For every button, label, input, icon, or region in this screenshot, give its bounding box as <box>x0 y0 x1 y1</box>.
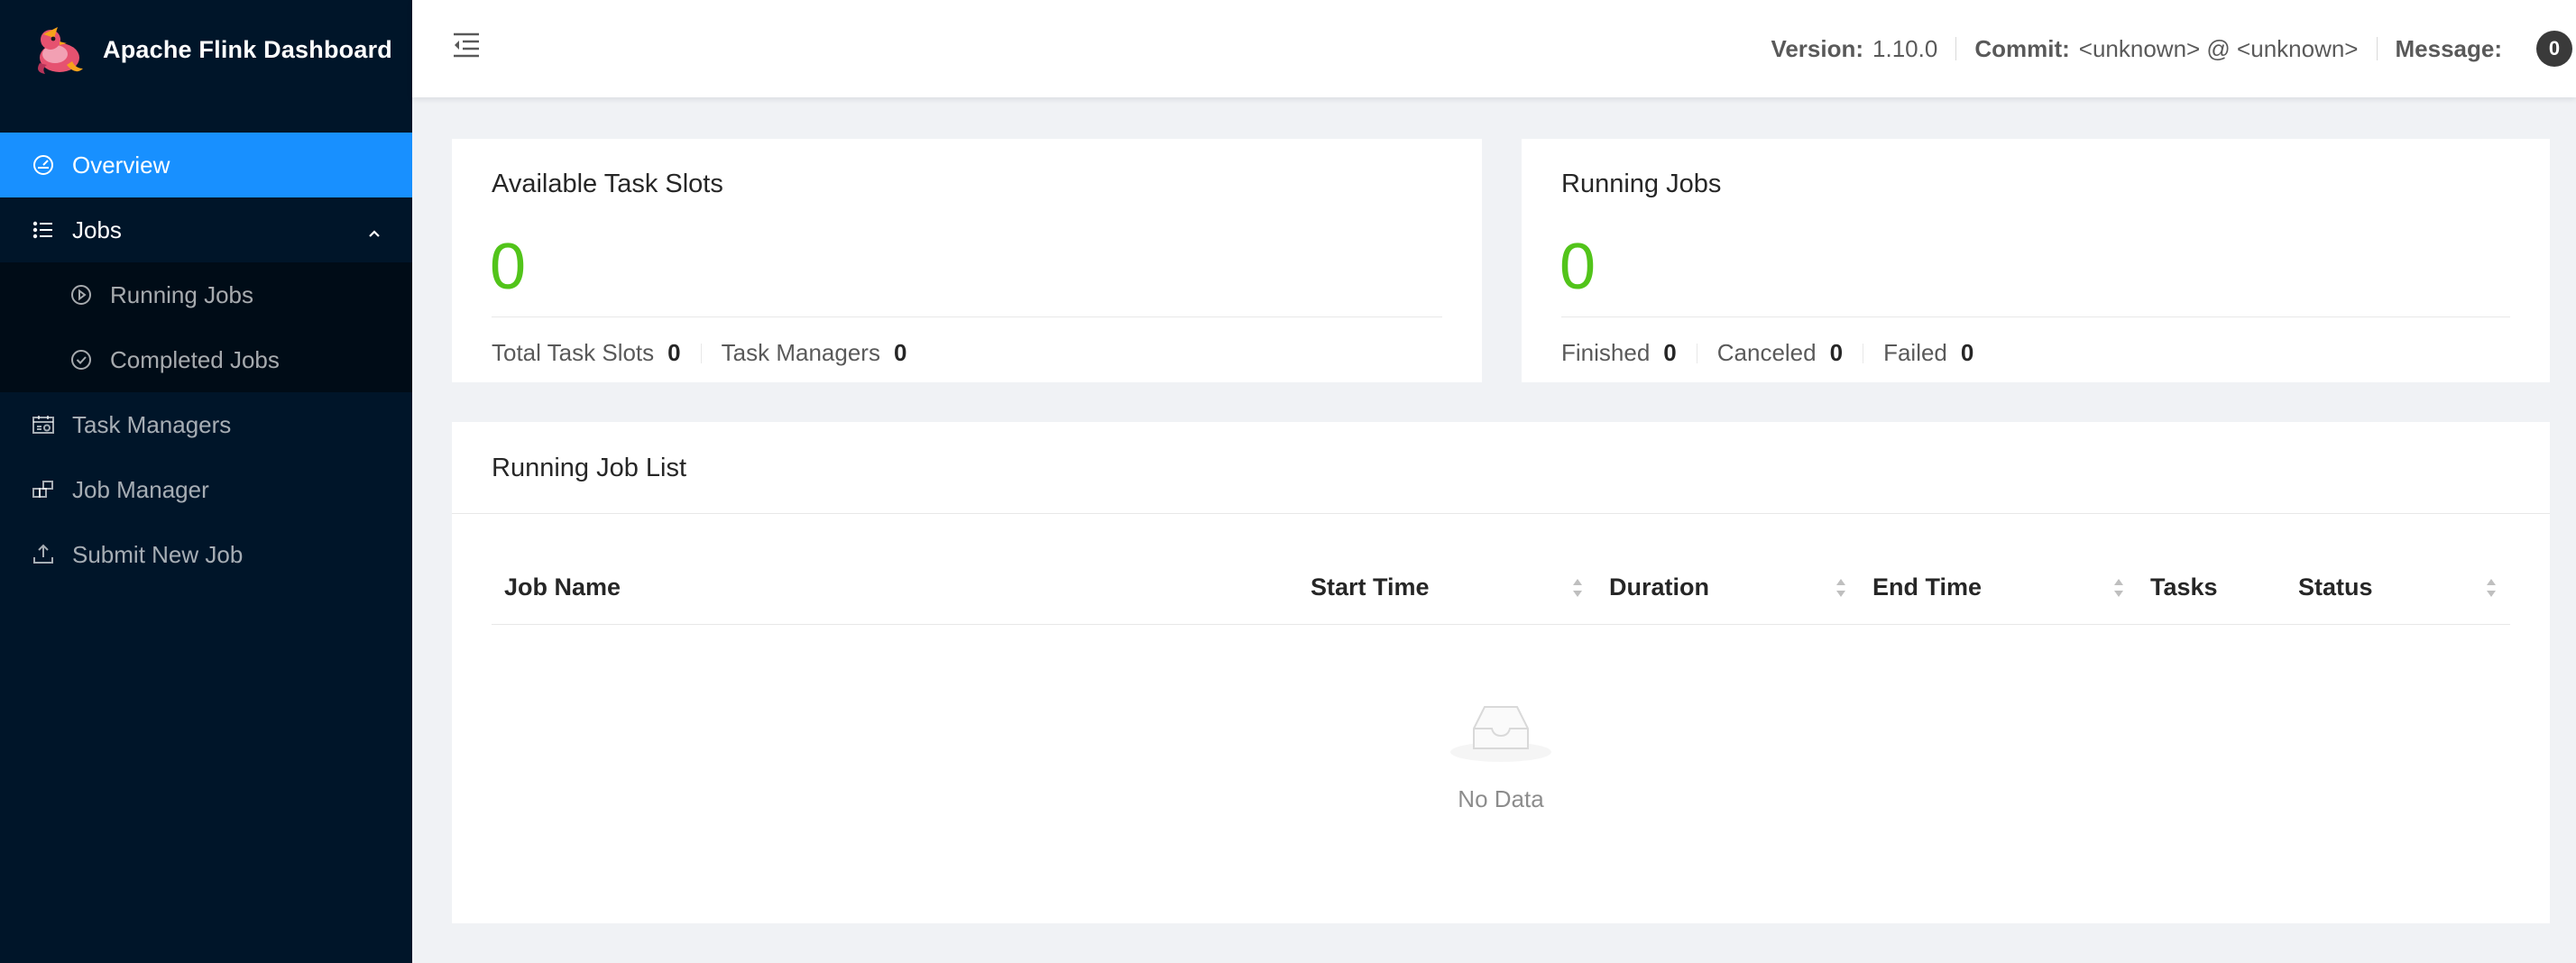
stat-label: Task Managers <box>721 339 880 366</box>
column-duration[interactable]: Duration <box>1596 551 1860 624</box>
sidebar-item-label: Running Jobs <box>110 280 253 308</box>
version-info: Version: 1.10.0 <box>1771 35 1937 63</box>
card-divider <box>452 513 2550 514</box>
chevron-up-icon <box>365 221 383 239</box>
sidebar-item-submit-new-job[interactable]: Submit New Job <box>0 522 412 587</box>
available-task-slots-card: Available Task Slots 0 Total Task Slots … <box>452 139 1482 382</box>
total-task-slots-stat: Total Task Slots 0 <box>492 339 681 367</box>
column-label: Start Time <box>1311 573 1430 601</box>
card-divider <box>492 316 1442 317</box>
commit-info: Commit: <unknown> @ <unknown> <box>1974 35 2358 63</box>
stat-label: Total Task Slots <box>492 339 655 366</box>
column-label: Duration <box>1609 573 1709 601</box>
empty-inbox-icon <box>1447 706 1555 768</box>
flink-logo-icon <box>31 22 87 78</box>
sidebar-item-job-manager[interactable]: Job Manager <box>0 457 412 522</box>
stat-value: 0 <box>893 339 907 366</box>
version-label: Version: <box>1771 34 1864 62</box>
stat-value: 0 <box>1829 339 1844 366</box>
column-label: Status <box>2298 573 2373 601</box>
divider <box>700 343 702 363</box>
card-title: Running Jobs <box>1561 170 1722 198</box>
stat-label: Canceled <box>1716 339 1817 366</box>
app-title: Apache Flink Dashboard <box>103 35 392 63</box>
card-title: Available Task Slots <box>492 170 723 198</box>
build-icon <box>31 477 56 502</box>
sort-caret-icon[interactable] <box>1571 576 1584 600</box>
card-title: Running Job List <box>492 454 687 482</box>
schedule-icon <box>31 412 56 437</box>
sidebar-item-label: Job Manager <box>72 475 209 503</box>
message-count-badge[interactable]: 0 <box>2536 31 2572 67</box>
top-header: Version: 1.10.0 Commit: <unknown> @ <unk… <box>412 0 2576 97</box>
sidebar-item-label: Completed Jobs <box>110 345 280 373</box>
failed-stat: Failed 0 <box>1883 339 1973 367</box>
divider <box>2376 37 2378 60</box>
stat-label: Finished <box>1561 339 1651 366</box>
menu-fold-icon[interactable] <box>450 29 483 61</box>
sidebar-item-running-jobs[interactable]: Running Jobs <box>0 262 412 327</box>
empty-text: No Data <box>1458 785 1544 812</box>
version-value: 1.10.0 <box>1872 34 1938 62</box>
job-stats: Finished 0 Canceled 0 Failed 0 <box>1561 339 1973 367</box>
header-info: Version: 1.10.0 Commit: <unknown> @ <unk… <box>1771 0 2576 97</box>
jobs-submenu: Running Jobs Completed Jobs <box>0 262 412 392</box>
upload-icon <box>31 542 56 567</box>
dashboard-icon <box>31 152 56 178</box>
sort-caret-icon[interactable] <box>2112 576 2125 600</box>
message-info[interactable]: Message: 0 <box>2396 31 2576 67</box>
stat-label: Failed <box>1883 339 1947 366</box>
sidebar-item-jobs[interactable]: Jobs <box>0 197 412 262</box>
column-tasks: Tasks <box>2138 551 2286 624</box>
commit-value: <unknown> @ <unknown> <box>2078 34 2359 62</box>
check-circle-icon <box>69 347 94 372</box>
column-job-name[interactable]: Job Name <box>492 551 1298 624</box>
sidebar-item-completed-jobs[interactable]: Completed Jobs <box>0 327 412 392</box>
logo-bar[interactable]: Apache Flink Dashboard <box>0 0 412 99</box>
column-label: Tasks <box>2150 573 2218 601</box>
divider <box>1955 37 1957 60</box>
sidebar: Apache Flink Dashboard Overview Jobs Run… <box>0 0 412 963</box>
finished-stat: Finished 0 <box>1561 339 1677 367</box>
column-label: End Time <box>1872 573 1983 601</box>
table-header: Job Name Start Time Duration End Time Ta… <box>492 551 2510 625</box>
sidebar-item-label: Task Managers <box>72 410 232 438</box>
sidebar-item-overview[interactable]: Overview <box>0 133 412 197</box>
stat-value: 0 <box>1663 339 1677 366</box>
sort-caret-icon[interactable] <box>2485 576 2498 600</box>
empty-state: No Data <box>452 692 2550 813</box>
slot-stats: Total Task Slots 0 Task Managers 0 <box>492 339 906 367</box>
column-status[interactable]: Status <box>2286 551 2510 624</box>
message-label: Message: <box>2395 34 2503 62</box>
canceled-stat: Canceled 0 <box>1717 339 1843 367</box>
running-job-list-card: Running Job List Job Name Start Time Dur… <box>452 422 2550 923</box>
play-circle-icon <box>69 282 94 307</box>
sort-caret-icon[interactable] <box>1835 576 1847 600</box>
card-divider <box>1561 316 2510 317</box>
sidebar-item-label: Jobs <box>72 216 122 243</box>
stat-value: 0 <box>1960 339 1974 366</box>
unordered-list-icon <box>31 217 56 243</box>
running-jobs-value: 0 <box>1559 231 1596 303</box>
sidebar-menu: Overview Jobs Running Jobs Completed Job… <box>0 133 412 587</box>
sidebar-item-label: Overview <box>72 151 170 179</box>
sidebar-item-task-managers[interactable]: Task Managers <box>0 392 412 457</box>
stat-value: 0 <box>667 339 681 366</box>
column-start-time[interactable]: Start Time <box>1298 551 1596 624</box>
column-end-time[interactable]: End Time <box>1860 551 2138 624</box>
available-slots-value: 0 <box>490 231 527 303</box>
commit-label: Commit: <box>1974 34 2070 62</box>
column-label: Job Name <box>504 573 621 601</box>
running-jobs-card: Running Jobs 0 Finished 0 Canceled 0 Fai… <box>1522 139 2550 382</box>
sidebar-item-label: Submit New Job <box>72 540 244 568</box>
task-managers-stat: Task Managers 0 <box>722 339 907 367</box>
